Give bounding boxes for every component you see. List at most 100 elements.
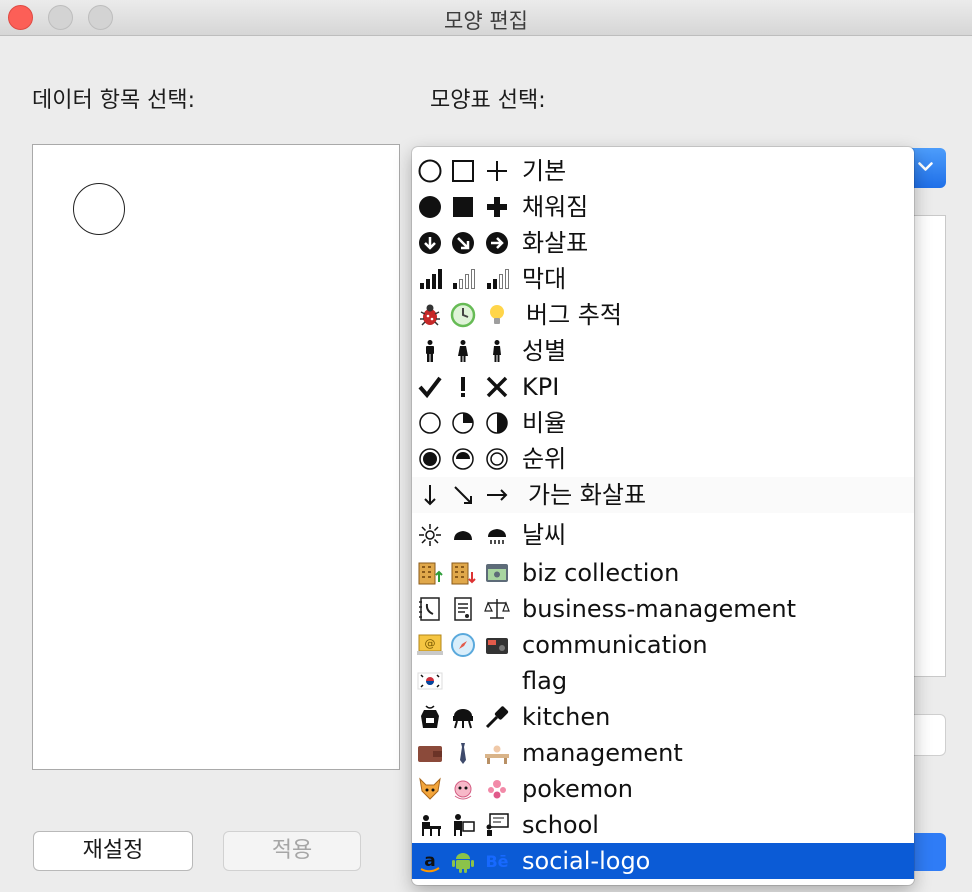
checkmark-icon	[416, 373, 444, 401]
svg-text:Bē: Bē	[485, 852, 508, 871]
apply-button[interactable]: 적용	[223, 831, 361, 871]
bug-icon	[416, 301, 444, 329]
palette-label: 모양표 선택:	[430, 88, 546, 113]
compass-icon	[449, 631, 477, 659]
arrow-right-circle-icon	[483, 229, 511, 257]
menu-item-label: kitchen	[522, 703, 611, 731]
exclamation-icon	[449, 373, 477, 401]
svg-text:@: @	[425, 637, 436, 650]
cloud-icon	[449, 521, 477, 549]
menu-item-kitchen[interactable]: kitchen	[412, 699, 914, 735]
menu-item-school[interactable]: school	[412, 807, 914, 843]
x-mark-icon	[483, 373, 511, 401]
menu-item-label: 버그 추적	[526, 301, 622, 329]
data-item-list[interactable]	[32, 144, 400, 770]
menu-item-label: 날씨	[522, 521, 567, 549]
menu-item-basic[interactable]: 기본	[412, 153, 914, 189]
wallet-icon	[416, 739, 444, 767]
sun-icon	[416, 521, 444, 549]
plus-icon	[483, 157, 511, 185]
amazon-logo-icon: a	[416, 847, 444, 875]
building-down-icon	[449, 559, 477, 587]
menu-item-label: social-logo	[522, 847, 651, 875]
thin-arrow-down-icon	[416, 481, 444, 509]
student-desk-icon	[416, 811, 444, 839]
menu-item-social-logo[interactable]: a Bē social-logo	[412, 843, 914, 879]
female-icon	[449, 337, 477, 365]
menu-item-bug-tracking[interactable]: 버그 추적	[412, 297, 914, 333]
reset-button[interactable]: 재설정	[33, 831, 193, 871]
square-outline-icon	[449, 157, 477, 185]
palette-popup-menu[interactable]: 기본 채워짐 화살표 막대 버그 추적 성별 KPI 비율 순위 가는 화살표 …	[412, 147, 914, 885]
cash-icon	[483, 559, 511, 587]
menu-item-label: 기본	[522, 157, 567, 185]
menu-item-rank[interactable]: 순위	[412, 441, 914, 477]
svg-text:a: a	[424, 851, 435, 871]
menu-item-label: management	[522, 739, 683, 767]
desk-icon	[483, 739, 511, 767]
menu-item-flag[interactable]: flag	[412, 663, 914, 699]
menu-item-bars[interactable]: 막대	[412, 261, 914, 297]
menu-item-business-management[interactable]: business-management	[412, 591, 914, 627]
apron-icon	[416, 703, 444, 731]
menu-item-filled[interactable]: 채워짐	[412, 189, 914, 225]
menu-item-label: communication	[522, 631, 708, 659]
data-item-circle-shape[interactable]	[73, 183, 125, 235]
scales-icon	[483, 595, 511, 623]
pie-quarter-icon	[449, 409, 477, 437]
thin-arrow-right-icon	[483, 481, 511, 509]
flower-creature-icon	[483, 775, 511, 803]
menu-item-thin-arrows[interactable]: 가는 화살표	[412, 477, 914, 513]
menu-item-label: pokemon	[522, 775, 633, 803]
menu-item-ratio[interactable]: 비율	[412, 405, 914, 441]
title-bar: 모양 편집	[0, 0, 972, 36]
menu-item-label: flag	[522, 667, 568, 695]
menu-item-weather[interactable]: 날씨	[412, 517, 914, 553]
clock-icon	[449, 301, 477, 329]
menu-item-label: school	[522, 811, 599, 839]
menu-item-label: 비율	[522, 409, 567, 437]
menu-item-gender[interactable]: 성별	[412, 333, 914, 369]
male-icon	[416, 337, 444, 365]
pie-empty-icon	[416, 409, 444, 437]
square-filled-icon	[449, 193, 477, 221]
arrow-down-right-circle-icon	[449, 229, 477, 257]
menu-item-pokemon[interactable]: pokemon	[412, 771, 914, 807]
menu-item-arrows[interactable]: 화살표	[412, 225, 914, 261]
android-logo-icon	[449, 847, 477, 875]
behance-logo-icon: Bē	[483, 847, 511, 875]
rain-icon	[483, 521, 511, 549]
menu-item-label: 채워짐	[522, 193, 589, 221]
signal-bars-full-icon	[416, 265, 444, 293]
document-icon	[449, 595, 477, 623]
fox-icon	[416, 775, 444, 803]
person-icon	[483, 337, 511, 365]
pink-creature-icon	[449, 775, 477, 803]
radio-icon	[483, 631, 511, 659]
rank-half-icon	[449, 445, 477, 473]
rank-ring-icon	[483, 445, 511, 473]
circle-filled-icon	[416, 193, 444, 221]
spatula-icon	[483, 703, 511, 731]
pie-half-icon	[483, 409, 511, 437]
address-book-icon	[416, 595, 444, 623]
menu-item-biz-collection[interactable]: biz collection	[412, 555, 914, 591]
menu-item-management[interactable]: management	[412, 735, 914, 771]
window-title: 모양 편집	[444, 9, 528, 33]
signal-bars-half-icon	[483, 265, 511, 293]
menu-item-label: 막대	[522, 265, 567, 293]
circle-outline-icon	[416, 157, 444, 185]
tie-icon	[449, 739, 477, 767]
korea-flag-icon	[416, 667, 444, 695]
menu-item-kpi[interactable]: KPI	[412, 369, 914, 405]
menu-item-communication[interactable]: @ communication	[412, 627, 914, 663]
signal-bars-empty-icon	[449, 265, 477, 293]
thin-arrow-down-right-icon	[449, 481, 477, 509]
menu-item-label: KPI	[522, 373, 560, 401]
menu-item-label: business-management	[522, 595, 797, 623]
menu-item-label: 성별	[522, 337, 567, 365]
data-item-label: 데이터 항목 선택:	[32, 88, 196, 113]
teacher-icon	[449, 811, 477, 839]
menu-item-label: biz collection	[522, 559, 680, 587]
lightbulb-icon	[483, 301, 511, 329]
